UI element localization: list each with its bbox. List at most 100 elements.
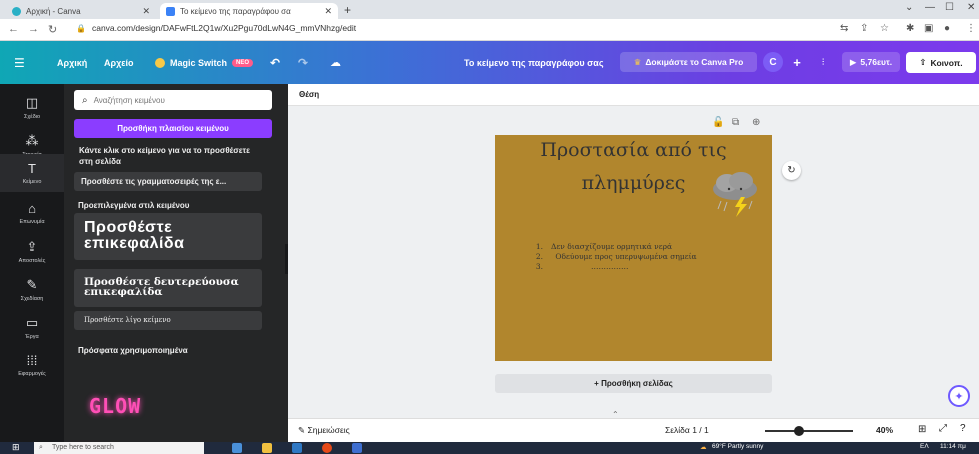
tab-title: Το κείμενο της παραγράφου σα	[180, 6, 291, 16]
canvas-list[interactable]: 1. Δεν διασχίζουμε ορμητικά νερά 2. Οδεύ…	[525, 242, 755, 272]
undo-icon[interactable]: ↶	[270, 41, 280, 84]
magic-assistant-icon[interactable]: ✦	[948, 385, 970, 407]
nav-home[interactable]: Αρχική	[57, 41, 87, 84]
windows-start-icon[interactable]: ⊞	[12, 442, 20, 453]
zoom-slider-knob[interactable]	[794, 426, 804, 436]
fullscreen-icon[interactable]: ⤢	[939, 423, 947, 434]
position-button[interactable]: Θέση	[299, 90, 319, 99]
play-icon: ▶	[849, 56, 857, 67]
magic-switch-icon	[155, 57, 165, 68]
taskbar-search[interactable]: ⌕ Type here to search	[34, 442, 204, 454]
mail-icon[interactable]	[292, 443, 302, 453]
bookmark-star-icon[interactable]: ☆	[880, 23, 889, 34]
avatar[interactable]: C	[763, 52, 783, 72]
chrome-icon[interactable]	[322, 443, 332, 453]
list-item: 2. Οδεύουμε προς υπερυψωμένα σημεία	[525, 252, 755, 262]
duplicate-page-icon[interactable]: ⧉	[732, 117, 739, 128]
reload-icon[interactable]: ↻	[48, 23, 57, 36]
share-button[interactable]: ⇧ Κοινοπ.	[906, 52, 976, 73]
analytics-icon[interactable]: ⫶	[822, 41, 824, 84]
design-canvas[interactable]: Προστασία από τις πλημμύρες 1. Δεν διασχ…	[495, 135, 772, 361]
document-title[interactable]: Το κείμενο της παραγράφου σας	[464, 41, 604, 84]
draw-icon: ✎	[26, 276, 38, 292]
glow-text-sample[interactable]: GLOW	[89, 394, 141, 418]
text-icon: T	[28, 161, 36, 176]
regenerate-icon[interactable]: ↻	[782, 161, 801, 180]
rail-item-text[interactable]: T Κείμενο	[0, 154, 64, 192]
notes-label: Σημειώσεις	[307, 425, 350, 435]
brand-fonts-button[interactable]: Προσθέστε τις γραμματοσειρές της ε...	[74, 172, 262, 191]
rail-item-draw[interactable]: ✎ Σχεδίαση	[0, 270, 64, 308]
url-field[interactable]: 🔒 canva.com/design/DAFwFtL2Q1w/Xu2Pgu70dL…	[76, 23, 356, 33]
list-text: Δεν διασχίζουμε ορμητικά νερά	[551, 242, 673, 251]
present-button[interactable]: ▶ 5,76ευτ.	[842, 52, 900, 72]
menu-icon[interactable]: ☰	[14, 41, 25, 84]
add-heading-button[interactable]: Προσθέστε επικεφαλίδα	[74, 213, 262, 260]
zoom-slider[interactable]	[765, 430, 853, 432]
list-number: 1.	[535, 242, 543, 251]
neo-badge: NEO	[232, 58, 254, 67]
add-subheading-button[interactable]: Προσθέστε δευτερεύουσα επικεφαλίδα	[74, 269, 262, 307]
language-indicator[interactable]: ΕΛ	[920, 443, 929, 450]
extensions-icon[interactable]: ✱	[906, 23, 914, 34]
menu-icon[interactable]: ⋮	[966, 23, 976, 34]
url-text: canva.com/design/DAFwFtL2Q1w/Xu2Pgu70dLw…	[91, 23, 357, 33]
notes-icon: ✎	[298, 425, 306, 435]
context-toolbar: Θέση	[288, 84, 979, 106]
storm-cloud-icon[interactable]	[707, 169, 763, 219]
rail-item-design[interactable]: ◫ Σχέδιο	[0, 88, 64, 126]
add-body-text-button[interactable]: Προσθέστε λίγο κείμενο	[74, 311, 262, 330]
chevron-down-icon[interactable]: ⌄	[905, 2, 913, 13]
cloud-save-icon[interactable]: ☁	[330, 41, 341, 84]
profile-icon[interactable]: ●	[944, 23, 950, 34]
back-icon[interactable]: ←	[8, 23, 19, 35]
add-collaborator-icon[interactable]: +	[787, 52, 807, 72]
rail-item-brand[interactable]: ⌂ Επωνυμία	[0, 194, 64, 232]
help-icon[interactable]: ?	[960, 423, 966, 434]
forward-icon[interactable]: →	[28, 23, 39, 35]
zoom-level[interactable]: 40%	[876, 425, 893, 435]
lock-icon[interactable]: 🔓	[712, 117, 724, 128]
add-page-button[interactable]: + Προσθήκη σελίδας	[495, 374, 772, 393]
redo-icon[interactable]: ↷	[298, 41, 308, 84]
panel-hint: Κάντε κλικ στο κείμενο για να το προσθέσ…	[79, 146, 250, 166]
search-input[interactable]: ⌕ Αναζήτηση κειμένου	[74, 90, 272, 110]
sidebar-icon[interactable]: ▣	[924, 23, 933, 34]
try-pro-button[interactable]: ♛ Δοκιμάστε το Canva Pro	[620, 52, 757, 72]
app-icon[interactable]	[352, 443, 362, 453]
rail-item-apps[interactable]: ⁞⁞⁞ Εφαρμογές	[0, 346, 64, 384]
translate-icon[interactable]: ⇆	[840, 23, 848, 34]
clock[interactable]: 11:14 πμ	[940, 443, 966, 450]
rail-label: Εφαρμογές	[18, 371, 46, 377]
page-indicator[interactable]: Σελίδα 1 / 1	[665, 425, 709, 435]
close-tab-icon[interactable]: ✕	[324, 6, 332, 17]
weather-text[interactable]: 69°F Partly sunny	[712, 443, 763, 450]
notes-button[interactable]: ✎ Σημειώσεις	[298, 425, 350, 436]
list-item: 1. Δεν διασχίζουμε ορμητικά νερά	[525, 242, 755, 252]
share-label: Κοινοπ.	[930, 57, 963, 68]
maximize-icon[interactable]: ☐	[945, 2, 954, 13]
rail-item-uploads[interactable]: ⇪ Αποστολές	[0, 232, 64, 270]
nav-file[interactable]: Αρχείο	[104, 41, 134, 84]
close-window-icon[interactable]: ✕	[967, 2, 975, 13]
canvas-title-line1[interactable]: Προστασία από τις	[495, 139, 772, 161]
magic-switch-button[interactable]: Magic Switch NEO	[155, 41, 254, 84]
address-bar: ← → ↻ 🔒 canva.com/design/DAFwFtL2Q1w/Xu2P…	[0, 19, 979, 41]
taskbar-search-placeholder: Type here to search	[52, 444, 114, 451]
share-page-icon[interactable]: ⇪	[860, 23, 868, 34]
recent-title: Πρόσφατα χρησιμοποιημένα	[78, 346, 188, 355]
add-page-icon[interactable]: ⊕	[752, 117, 760, 128]
minimize-icon[interactable]: —	[925, 2, 935, 13]
rail-label: Κείμενο	[22, 179, 42, 185]
rail-item-projects[interactable]: ▭ Έργα	[0, 308, 64, 346]
task-view-icon[interactable]	[232, 443, 242, 453]
magic-switch-label: Magic Switch	[170, 57, 228, 68]
share-icon: ⇧	[919, 57, 927, 67]
close-tab-icon[interactable]: ✕	[142, 6, 150, 17]
new-tab-icon[interactable]: +	[344, 3, 351, 17]
browser-tab[interactable]: Αρχική - Canva ✕	[6, 3, 156, 19]
add-textbox-button[interactable]: Προσθήκη πλαισίου κειμένου	[74, 119, 272, 138]
file-explorer-icon[interactable]	[262, 443, 272, 453]
browser-tab-active[interactable]: Το κείμενο της παραγράφου σα ✕	[160, 3, 338, 19]
grid-view-icon[interactable]: ⊞	[918, 424, 926, 435]
